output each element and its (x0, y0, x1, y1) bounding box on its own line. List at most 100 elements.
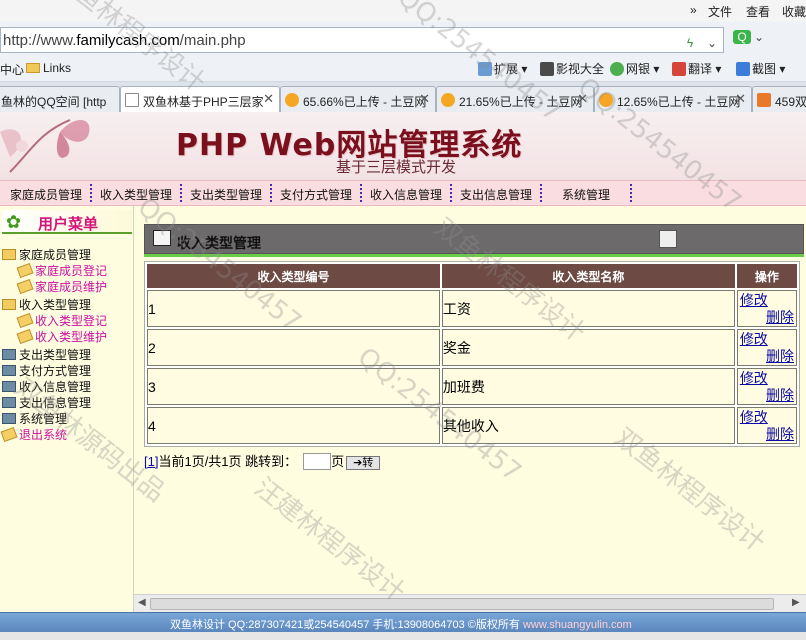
tab-upload-2[interactable]: 21.65%已上传 - 土豆网 ✕ (436, 86, 594, 112)
sidebar-item-income-info[interactable]: 收入信息管理 (2, 378, 91, 395)
fav-center[interactable]: 中心 (0, 61, 24, 78)
sidebar-item-income-type-maintain[interactable]: 收入类型维护 (16, 328, 107, 345)
sidebar-header: ✿ 用户菜单 (2, 210, 132, 234)
table-row: 3 加班费 修改 删除 (147, 368, 797, 405)
page-unit: 页 (331, 454, 345, 469)
column-header-actions: 操作 (736, 264, 797, 288)
nav-payment-methods[interactable]: 支付方式管理 (280, 186, 352, 203)
folder-icon (2, 249, 16, 260)
footer-text: 双鱼林设计 QQ:287307421或254540457 手机:13908064… (170, 619, 632, 631)
toolbar-extensions-button[interactable]: 扩展 ▾ (478, 60, 527, 77)
nav-separator (540, 184, 542, 202)
close-icon[interactable]: ✕ (263, 91, 274, 107)
nav-separator (360, 184, 362, 202)
tab-459[interactable]: 459双 (752, 86, 806, 112)
horizontal-scrollbar[interactable]: ◀ ▶ (134, 594, 806, 612)
sidebar-item-payment-methods[interactable]: 支付方式管理 (2, 362, 91, 379)
table-row: 2 奖金 修改 删除 (147, 329, 797, 366)
edit-link[interactable]: 修改 (740, 331, 768, 347)
search-engine-dropdown-icon[interactable]: ⌄ (752, 30, 766, 44)
content-titlebar: 收入类型管理 (144, 224, 804, 254)
page-leaf-icon (16, 262, 34, 279)
menu-file[interactable]: 文件 (708, 3, 732, 20)
nav-expense-info[interactable]: 支出信息管理 (460, 186, 532, 203)
address-bar[interactable]: http://www.familycash.com/main.php ϟ ⌄ (0, 27, 724, 53)
book-icon (2, 397, 16, 408)
page-summary: 当前1页/共1页 跳转到： (158, 454, 298, 469)
table-header-row: 收入类型编号 收入类型名称 操作 (147, 264, 797, 288)
scroll-right-arrow-icon[interactable]: ▶ (792, 597, 800, 608)
cell-id: 2 (147, 329, 440, 366)
sidebar-item-expense-info[interactable]: 支出信息管理 (2, 394, 91, 411)
sidebar-item-family-member-register[interactable]: 家庭成员登记 (16, 262, 107, 279)
search-engine-icon[interactable]: Q (733, 30, 751, 44)
cell-actions: 修改 删除 (736, 407, 797, 444)
page-icon (125, 93, 139, 107)
delete-link[interactable]: 删除 (740, 309, 794, 326)
favorites-bar: 中心 Links 扩展 ▾ 影视大全 网银 ▾ 翻译 ▾ 截图 ▾ (0, 56, 806, 82)
url-text[interactable]: http://www.familycash.com/main.php (3, 32, 246, 49)
footer-site-link[interactable]: www.shuangyulin.com (523, 619, 632, 631)
nav-income-types[interactable]: 收入类型管理 (100, 186, 172, 203)
book-icon (2, 365, 16, 376)
tab-strip: 鱼林的QQ空间 [http 双鱼林基于PHP三层家 ✕ 65.66%已上传 - … (0, 82, 806, 113)
dropdown-chevron-icon[interactable]: ⌄ (705, 36, 719, 50)
close-icon[interactable]: ✕ (735, 91, 746, 107)
close-icon[interactable]: ✕ (577, 91, 588, 107)
nav-system[interactable]: 系统管理 (562, 186, 610, 203)
tab-upload-3[interactable]: 12.65%已上传 - 土豆网 ✕ (594, 86, 752, 112)
book-icon (2, 349, 16, 360)
tab-label: 21.65%已上传 - 土豆网 (459, 95, 583, 109)
go-button[interactable]: ➔转 (346, 456, 381, 470)
jump-page-input[interactable] (303, 453, 332, 470)
nav-family-members[interactable]: 家庭成员管理 (10, 186, 82, 203)
fav-links[interactable]: Links (26, 61, 71, 75)
edit-link[interactable]: 修改 (740, 409, 768, 425)
tab-label: 459双 (775, 95, 806, 109)
sidebar-item-logout[interactable]: 退出系统 (0, 426, 67, 443)
delete-link[interactable]: 删除 (740, 387, 794, 404)
sidebar-item-income-types[interactable]: 收入类型管理 (2, 296, 91, 313)
menu-overflow-chevron[interactable]: » (690, 3, 697, 17)
delete-link[interactable]: 删除 (740, 348, 794, 365)
menu-favorites[interactable]: 收藏 (782, 3, 806, 20)
menu-view[interactable]: 查看 (746, 3, 770, 20)
scrollbar-thumb[interactable] (150, 598, 774, 610)
table-row: 4 其他收入 修改 删除 (147, 407, 797, 444)
close-icon[interactable]: ✕ (419, 91, 430, 107)
lightning-icon[interactable]: ϟ (683, 36, 697, 50)
sidebar-item-system[interactable]: 系统管理 (2, 410, 67, 427)
tab-label: 12.65%已上传 - 土豆网 (617, 95, 741, 109)
butterfly-logo (0, 119, 90, 173)
edit-link[interactable]: 修改 (740, 292, 768, 308)
exit-icon (0, 426, 18, 443)
banner-subtitle: 基于三层模式开发 (336, 159, 457, 176)
tab-qq-space[interactable]: 鱼林的QQ空间 [http (0, 86, 120, 112)
sidebar-item-family-member-maintain[interactable]: 家庭成员维护 (16, 278, 107, 295)
nav-separator (180, 184, 182, 202)
sidebar-item-expense-types[interactable]: 支出类型管理 (2, 346, 91, 363)
page-link[interactable]: [1] (144, 454, 158, 469)
tab-upload-1[interactable]: 65.66%已上传 - 土豆网 ✕ (280, 86, 436, 112)
translate-icon (672, 62, 686, 76)
income-type-table: 收入类型编号 收入类型名称 操作 1 工资 修改 删除 2 奖金 修改 删除 3 加班费 修改 删除 4… (144, 261, 800, 447)
nav-expense-types[interactable]: 支出类型管理 (190, 186, 262, 203)
toolbar-bank-button[interactable]: 网银 ▾ (610, 60, 659, 77)
tab-active-php-system[interactable]: 双鱼林基于PHP三层家 ✕ (120, 86, 280, 113)
delete-link[interactable]: 删除 (740, 426, 794, 443)
tudou-icon (441, 93, 455, 107)
page-leaf-icon (16, 312, 34, 329)
screenshot-icon (736, 62, 750, 76)
top-nav: 家庭成员管理 收入类型管理 支出类型管理 支付方式管理 收入信息管理 支出信息管… (0, 180, 806, 206)
toolbar-screenshot-button[interactable]: 截图 ▾ (736, 60, 785, 77)
nav-income-info[interactable]: 收入信息管理 (370, 186, 442, 203)
edit-link[interactable]: 修改 (740, 370, 768, 386)
browser-menubar: » 文件 查看 收藏 (0, 0, 806, 22)
print-icon[interactable] (659, 230, 677, 248)
scroll-left-arrow-icon[interactable]: ◀ (138, 597, 146, 608)
cell-name: 加班费 (441, 368, 735, 405)
sidebar-item-family-members[interactable]: 家庭成员管理 (2, 246, 91, 263)
toolbar-translate-button[interactable]: 翻译 ▾ (672, 60, 721, 77)
sidebar-item-income-type-register[interactable]: 收入类型登记 (16, 312, 107, 329)
toolbar-video-button[interactable]: 影视大全 (540, 60, 604, 77)
